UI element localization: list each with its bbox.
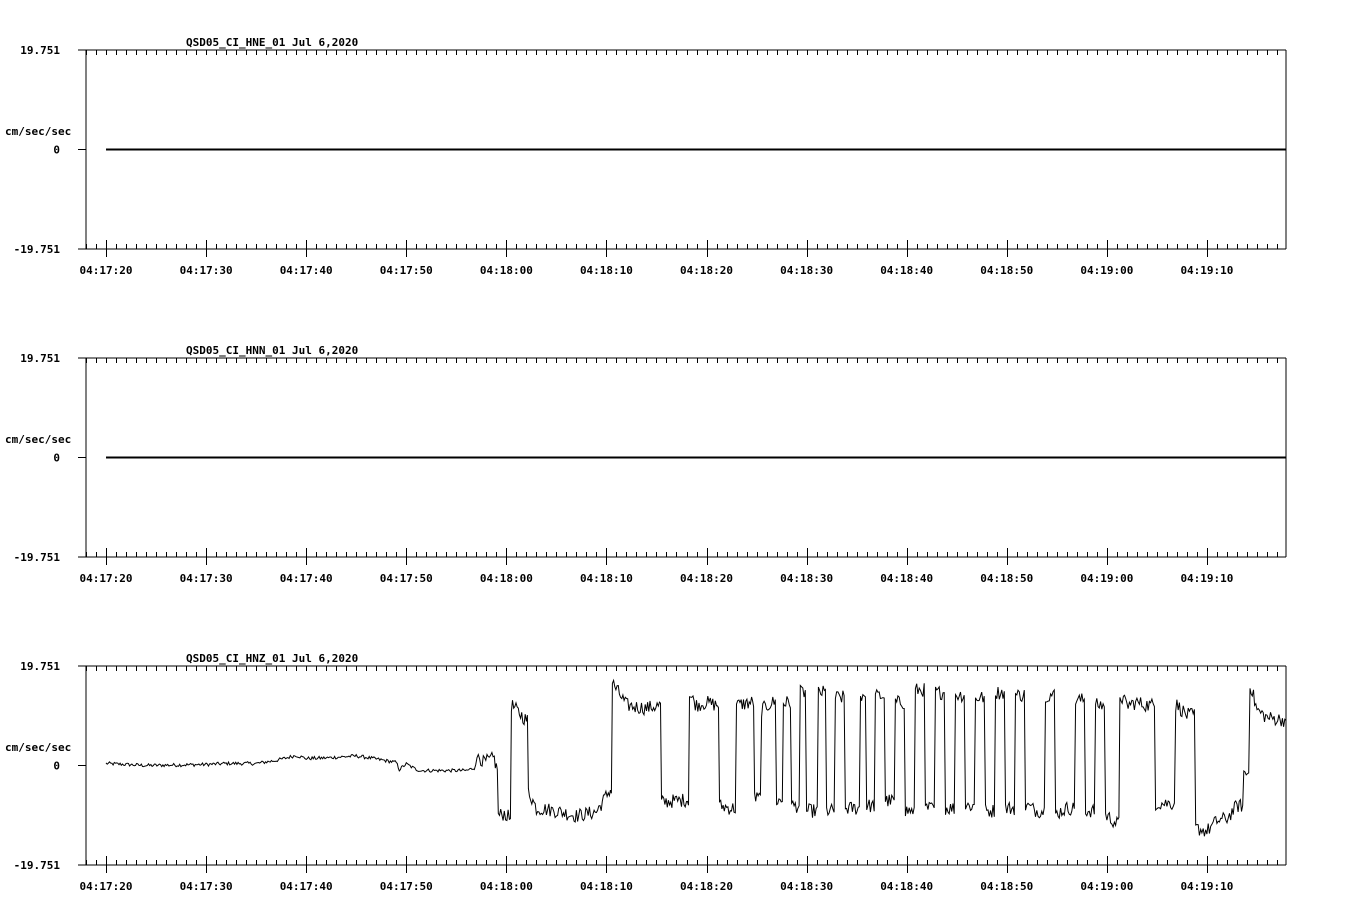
x-tick-label: 04:17:50: [380, 880, 433, 893]
x-tick-label: 04:19:10: [1180, 572, 1233, 585]
y-axis-unit-label: cm/sec/sec: [5, 741, 71, 754]
x-tick-label: 04:19:00: [1080, 264, 1133, 277]
x-tick-label: 04:18:00: [480, 572, 533, 585]
x-tick-label: 04:17:30: [180, 880, 233, 893]
chart-title: QSD05_CI_HNN_01 Jul 6,2020: [186, 344, 358, 357]
x-tick-label: 04:18:00: [480, 264, 533, 277]
x-tick-label: 04:18:20: [680, 880, 733, 893]
x-tick-label: 04:18:50: [980, 264, 1033, 277]
x-tick-label: 04:18:40: [880, 264, 933, 277]
x-tick-label: 04:18:20: [680, 572, 733, 585]
x-tick-label: 04:17:50: [380, 572, 433, 585]
chart-title: QSD05_CI_HNE_01 Jul 6,2020: [186, 36, 358, 49]
x-tick-label: 04:18:30: [780, 264, 833, 277]
x-tick-label: 04:18:10: [580, 264, 633, 277]
y-tick-label: 0: [53, 452, 60, 465]
x-tick-label: 04:18:30: [780, 572, 833, 585]
y-tick-label: 19.751: [20, 352, 60, 365]
hnn-panel: QSD05_CI_HNN_01 Jul 6,2020 19.751 0 -19.751…: [5, 344, 1287, 585]
x-tick-label: 04:18:40: [880, 572, 933, 585]
chart-title: QSD05_CI_HNZ_01 Jul 6,2020: [186, 652, 358, 665]
y-tick-label: -19.751: [14, 551, 61, 564]
hne-panel: QSD05_CI_HNE_01 Jul 6,2020 19.751 0 -19.751…: [5, 36, 1287, 277]
x-tick-label: 04:17:50: [380, 264, 433, 277]
x-tick-label: 04:19:00: [1080, 572, 1133, 585]
x-tick-label: 04:17:40: [280, 264, 333, 277]
x-tick-label: 04:18:40: [880, 880, 933, 893]
x-tick-label: 04:17:20: [80, 880, 133, 893]
x-tick-label: 04:18:00: [480, 880, 533, 893]
x-tick-label: 04:18:20: [680, 264, 733, 277]
x-tick-label: 04:17:40: [280, 880, 333, 893]
y-tick-label: -19.751: [14, 243, 61, 256]
x-tick-label: 04:17:30: [180, 572, 233, 585]
x-tick-label: 04:18:50: [980, 880, 1033, 893]
x-tick-label: 04:17:40: [280, 572, 333, 585]
x-tick-label: 04:18:30: [780, 880, 833, 893]
seismogram-stage: QSD05_CI_HNE_01 Jul 6,2020 19.751 0 -19.751…: [5, 36, 1287, 893]
y-tick-label: -19.751: [14, 859, 61, 872]
x-tick-label: 04:19:00: [1080, 880, 1133, 893]
y-tick-label: 0: [53, 760, 60, 773]
y-tick-label: 19.751: [20, 660, 60, 673]
x-tick-label: 04:17:20: [80, 264, 133, 277]
x-tick-label: 04:17:30: [180, 264, 233, 277]
waveform-trace: [105, 678, 1287, 837]
y-tick-label: 0: [53, 144, 60, 157]
x-tick-label: 04:17:20: [80, 572, 133, 585]
y-axis-unit-label: cm/sec/sec: [5, 125, 71, 138]
y-tick-label: 19.751: [20, 44, 60, 57]
x-tick-label: 04:18:10: [580, 880, 633, 893]
x-tick-label: 04:19:10: [1180, 880, 1233, 893]
x-tick-label: 04:18:50: [980, 572, 1033, 585]
y-axis-unit-label: cm/sec/sec: [5, 433, 71, 446]
hnz-panel: QSD05_CI_HNZ_01 Jul 6,2020 19.751 0 -19.751…: [5, 652, 1287, 893]
x-tick-label: 04:19:10: [1180, 264, 1233, 277]
x-tick-label: 04:18:10: [580, 572, 633, 585]
